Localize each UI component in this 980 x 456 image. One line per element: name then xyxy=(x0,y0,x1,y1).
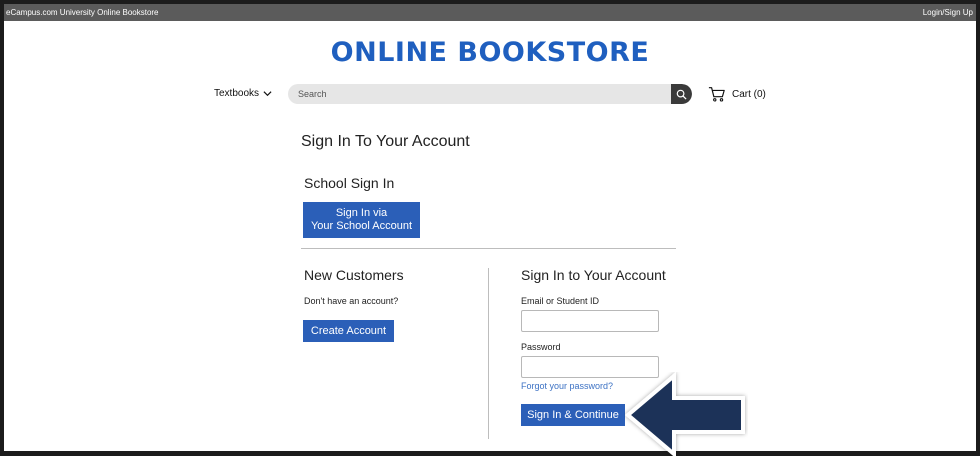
textbooks-menu-label: Textbooks xyxy=(214,88,260,99)
search-icon xyxy=(676,89,687,100)
login-signup-link[interactable]: Login/Sign Up xyxy=(923,4,973,21)
password-label: Password xyxy=(521,342,561,352)
search-input[interactable] xyxy=(288,84,668,104)
page-title: Sign In To Your Account xyxy=(301,133,470,150)
textbooks-menu[interactable]: Textbooks xyxy=(214,88,272,99)
create-account-button[interactable]: Create Account xyxy=(303,320,394,342)
school-sign-in-button[interactable]: Sign In via Your School Account xyxy=(303,202,420,238)
top-bar: eCampus.com University Online Bookstore … xyxy=(4,4,976,21)
forgot-password-link[interactable]: Forgot your password? xyxy=(521,381,613,391)
pointer-arrow-icon xyxy=(624,372,745,456)
no-account-text: Don't have an account? xyxy=(304,296,399,306)
search-button[interactable] xyxy=(671,84,692,104)
column-divider xyxy=(488,268,489,439)
new-customers-heading: New Customers xyxy=(304,267,404,283)
search-bar xyxy=(288,84,692,104)
school-button-line2: Your School Account xyxy=(310,220,413,232)
section-divider xyxy=(301,248,676,249)
cart-link[interactable]: Cart (0) xyxy=(708,85,766,103)
bookstore-logo[interactable]: ONLINE BOOKSTORE xyxy=(0,37,980,68)
site-name: eCampus.com University Online Bookstore xyxy=(6,8,159,17)
email-field[interactable] xyxy=(521,310,659,332)
school-sign-in-heading: School Sign In xyxy=(304,175,395,191)
email-label: Email or Student ID xyxy=(521,296,600,306)
school-button-line1: Sign In via xyxy=(335,207,388,219)
cart-label: Cart (0) xyxy=(732,88,766,100)
sign-in-continue-button[interactable]: Sign In & Continue xyxy=(521,404,625,426)
chevron-down-icon xyxy=(263,91,272,97)
sign-in-heading: Sign In to Your Account xyxy=(521,267,666,283)
cart-icon xyxy=(708,87,725,102)
screenshot-frame xyxy=(0,0,980,456)
